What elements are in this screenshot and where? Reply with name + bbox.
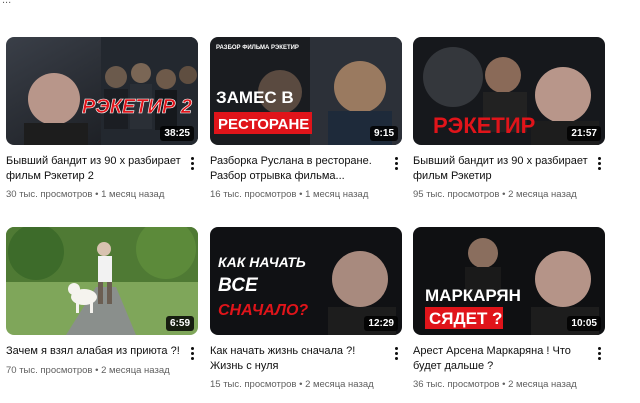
video-meta: 95 тыс. просмотров • 2 месяца назад xyxy=(413,189,577,200)
video-views: 16 тыс. просмотров xyxy=(210,189,297,200)
video-age: 2 месяца назад xyxy=(508,189,577,200)
video-title[interactable]: Как начать жизнь сначала ?! Жизнь с нуля xyxy=(210,344,388,374)
video-title[interactable]: Разборка Руслана в ресторане. Разбор отр… xyxy=(210,154,388,184)
video-meta: 30 тыс. просмотров • 1 месяц назад xyxy=(6,189,164,200)
video-thumbnail[interactable]: МАРКАРЯН СЯДЕТ ? 10:05 xyxy=(413,227,605,335)
video-title[interactable]: Арест Арсена Маркаряна ! Что будет дальш… xyxy=(413,344,591,374)
thumb-title: ЗАМЕС В xyxy=(216,88,294,107)
more-options-icon[interactable] xyxy=(390,153,402,173)
video-views: 15 тыс. просмотров xyxy=(210,379,297,390)
more-options-icon[interactable] xyxy=(593,343,605,363)
video-thumbnail[interactable]: 6:59 xyxy=(6,227,198,335)
thumb-title-2: РЕСТОРАНЕ xyxy=(218,116,309,133)
video-meta: 36 тыс. просмотров • 2 месяца назад xyxy=(413,379,577,390)
previous-row-fragment: ... xyxy=(0,0,640,22)
video-meta: 16 тыс. просмотров • 1 месяц назад xyxy=(210,189,368,200)
thumb-title-3: СНАЧАЛО? xyxy=(218,302,308,319)
fragment-text: ... xyxy=(2,0,12,6)
thumb-small-caption: РАЗБОР ФИЛЬМА РЭКЕТИР xyxy=(216,45,299,51)
thumb-title: МАРКАРЯН xyxy=(425,286,521,305)
meta-separator: • xyxy=(299,189,303,200)
video-views: 70 тыс. просмотров xyxy=(6,365,93,376)
video-age: 1 месяц назад xyxy=(305,189,369,200)
video-meta: 15 тыс. просмотров • 2 месяца назад xyxy=(210,379,374,390)
video-thumbnail[interactable]: РЭКЕТИР 21:57 xyxy=(413,37,605,145)
video-meta: 70 тыс. просмотров • 2 месяца назад xyxy=(6,365,170,376)
video-age: 1 месяц назад xyxy=(101,189,165,200)
meta-separator: • xyxy=(95,365,99,376)
meta-separator: • xyxy=(95,189,99,200)
video-duration: 10:05 xyxy=(567,316,601,331)
video-age: 2 месяца назад xyxy=(305,379,374,390)
video-thumbnail[interactable]: РЭКЕТИР 2 38:25 xyxy=(6,37,198,145)
thumb-title: КАК НАЧАТЬ xyxy=(218,254,306,270)
video-duration: 9:15 xyxy=(369,126,398,141)
video-title[interactable]: Бывший бандит из 90 х разбирает фильм Рэ… xyxy=(6,154,184,184)
more-options-icon[interactable] xyxy=(390,343,402,363)
video-age: 2 месяца назад xyxy=(101,365,170,376)
more-options-icon[interactable] xyxy=(186,153,198,173)
video-title[interactable]: Бывший бандит из 90 х разбирает фильм Рэ… xyxy=(413,154,591,184)
video-thumbnail[interactable]: РАЗБОР ФИЛЬМА РЭКЕТИР ЗАМЕС В РЕСТОРАНЕ … xyxy=(210,37,402,145)
video-thumbnail[interactable]: КАК НАЧАТЬ ВСЕ СНАЧАЛО? 12:29 xyxy=(210,227,402,335)
more-options-icon[interactable] xyxy=(186,343,198,363)
thumb-title: РЭКЕТИР xyxy=(433,113,535,138)
video-views: 30 тыс. просмотров xyxy=(6,189,93,200)
meta-separator: • xyxy=(299,379,303,390)
video-duration: 6:59 xyxy=(165,316,194,331)
meta-separator: • xyxy=(502,189,506,200)
video-views: 36 тыс. просмотров xyxy=(413,379,500,390)
video-title[interactable]: Зачем я взял алабая из приюта ?! xyxy=(6,344,184,359)
video-duration: 12:29 xyxy=(364,316,398,331)
meta-separator: • xyxy=(502,379,506,390)
thumb-title-2: ВСЕ xyxy=(218,275,259,296)
thumb-title: РЭКЕТИР 2 xyxy=(82,96,192,118)
more-options-icon[interactable] xyxy=(593,153,605,173)
thumb-title-2: СЯДЕТ ? xyxy=(429,309,502,328)
video-duration: 21:57 xyxy=(567,126,601,141)
video-age: 2 месяца назад xyxy=(508,379,577,390)
video-views: 95 тыс. просмотров xyxy=(413,189,500,200)
video-duration: 38:25 xyxy=(160,126,194,141)
